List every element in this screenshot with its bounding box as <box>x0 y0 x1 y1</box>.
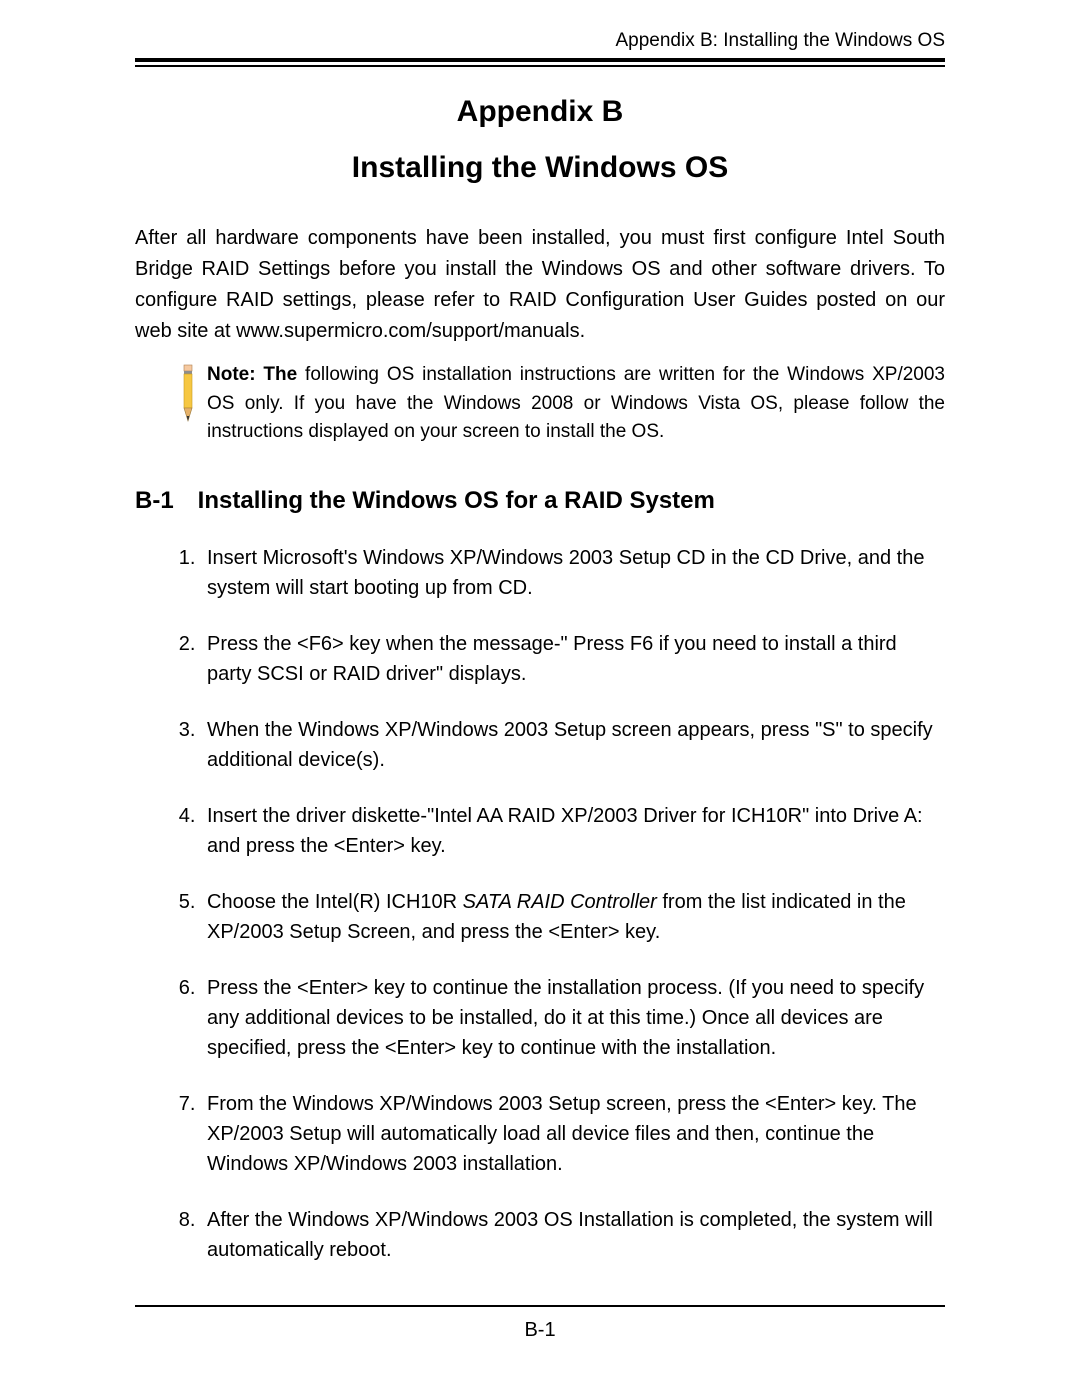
list-item: Insert the driver diskette-"Intel AA RAI… <box>201 801 945 861</box>
note-text: Note: The following OS installation inst… <box>207 361 945 447</box>
list-item: When the Windows XP/Windows 2003 Setup s… <box>201 715 945 775</box>
section-heading: B-1 Installing the Windows OS for a RAID … <box>135 487 945 515</box>
section-number: B-1 <box>135 487 174 515</box>
running-head: Appendix B: Installing the Windows OS <box>135 30 945 52</box>
appendix-subtitle: Installing the Windows OS <box>135 151 945 185</box>
steps-list: Insert Microsoft's Windows XP/Windows 20… <box>135 543 945 1265</box>
footer: B-1 <box>135 1305 945 1342</box>
list-item: From the Windows XP/Windows 2003 Setup s… <box>201 1089 945 1179</box>
section-title: Installing the Windows OS for a RAID Sys… <box>198 487 715 514</box>
list-item: Press the <Enter> key to continue the in… <box>201 973 945 1063</box>
note-label: Note: The <box>207 364 297 385</box>
note-body: following OS installation instructions a… <box>207 364 945 442</box>
list-item: Choose the Intel(R) ICH10R SATA RAID Con… <box>201 887 945 947</box>
appendix-title: Appendix B <box>135 95 945 129</box>
list-item: After the Windows XP/Windows 2003 OS Ins… <box>201 1205 945 1265</box>
header-double-rule <box>135 58 945 67</box>
list-item: Insert Microsoft's Windows XP/Windows 20… <box>201 543 945 603</box>
note-block: Note: The following OS installation inst… <box>173 361 945 447</box>
page-number: B-1 <box>524 1319 555 1341</box>
document-page: Appendix B: Installing the Windows OS Ap… <box>0 0 1080 1382</box>
list-item: Press the <F6> key when the message-" Pr… <box>201 629 945 689</box>
title-block: Appendix B Installing the Windows OS <box>135 95 945 185</box>
pencil-icon <box>173 363 203 428</box>
intro-paragraph: After all hardware components have been … <box>135 223 945 347</box>
